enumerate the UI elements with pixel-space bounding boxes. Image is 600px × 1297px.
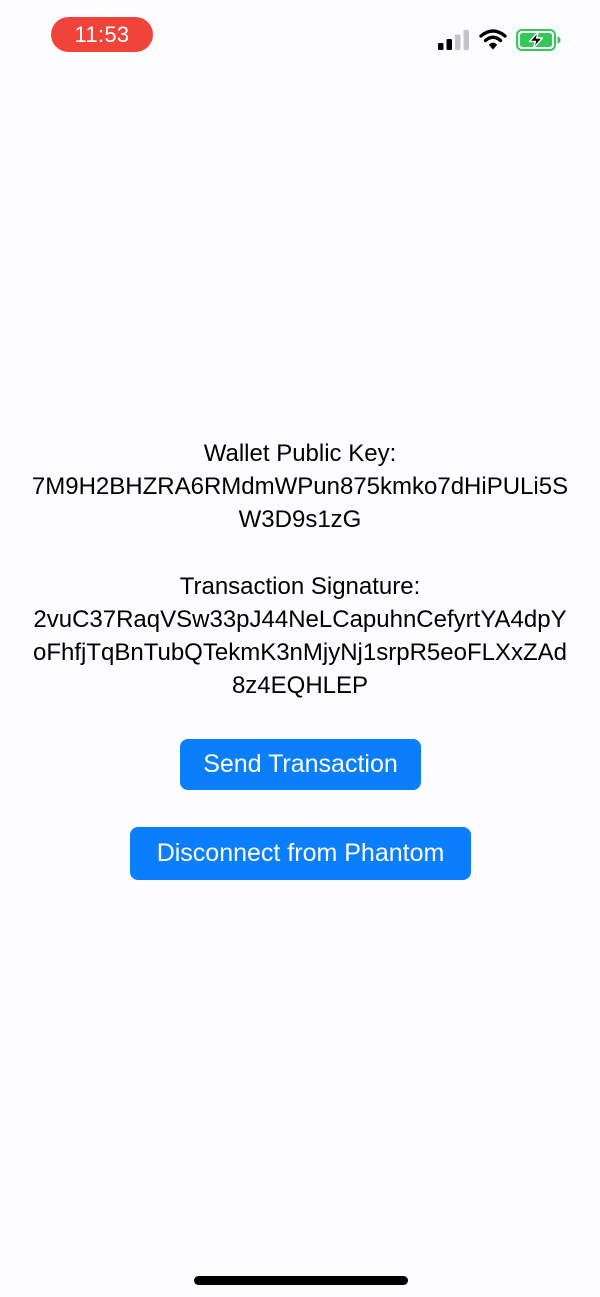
transaction-signature-value: 2vuC37RaqVSw33pJ44NeLCapuhnCefyrtYA4dpYo… [33, 606, 567, 699]
wallet-public-key-section: Wallet Public Key: 7M9H2BHZRA6RMdmWPun87… [0, 437, 600, 536]
transaction-signature-section: Transaction Signature: 2vuC37RaqVSw33pJ4… [0, 570, 600, 702]
wallet-public-key-value: 7M9H2BHZRA6RMdmWPun875kmko7dHiPULi5SW3D9… [31, 473, 569, 533]
battery-charging-icon [516, 29, 561, 51]
wifi-icon [479, 29, 507, 50]
transaction-signature-label: Transaction Signature: [179, 573, 421, 600]
disconnect-from-phantom-button[interactable]: Disconnect from Phantom [130, 827, 471, 880]
home-indicator[interactable] [194, 1276, 408, 1285]
send-transaction-button[interactable]: Send Transaction [180, 739, 421, 790]
status-bar: 11:53 [0, 0, 600, 70]
signal-icon [438, 30, 469, 50]
status-time: 11:53 [51, 17, 153, 52]
wallet-public-key-label: Wallet Public Key: [203, 440, 397, 467]
